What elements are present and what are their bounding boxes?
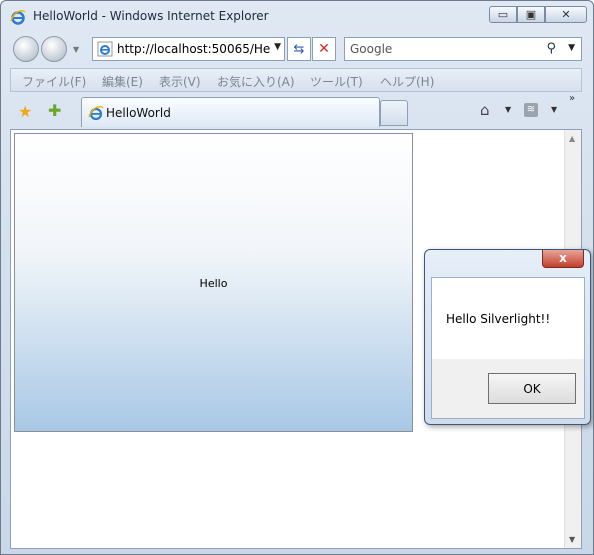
stop-button[interactable]: ✕: [312, 37, 336, 61]
search-placeholder: Google: [350, 42, 393, 56]
caption-buttons: ▭ ▣ ✕: [489, 6, 587, 23]
history-dropdown-icon[interactable]: ▼: [73, 45, 79, 54]
page-ie-icon: [97, 41, 113, 57]
home-dropdown-icon[interactable]: ▼: [505, 105, 511, 114]
ok-button[interactable]: OK: [488, 373, 576, 404]
refresh-button[interactable]: ⇆: [287, 37, 311, 61]
message-dialog: x Hello Silverlight!! OK: [424, 249, 591, 425]
feed-icon[interactable]: ≋: [524, 103, 538, 117]
favorites-tab-bar: ★ ✚ HelloWorld ⌂ ▼ ≋ ▼ »: [10, 93, 582, 128]
search-dropdown-icon[interactable]: ▼: [568, 43, 575, 53]
hello-text: Hello: [199, 277, 228, 290]
menu-bar: ファイル(F) 編集(E) 表示(V) お気に入り(A) ツール(T) ヘルプ(…: [10, 68, 582, 92]
close-window-button[interactable]: ✕: [545, 6, 587, 23]
search-icon[interactable]: ⚲: [546, 41, 556, 56]
tab-label: HelloWorld: [106, 106, 171, 120]
window-title: HelloWorld - Windows Internet Explorer: [33, 9, 269, 23]
dialog-close-button[interactable]: x: [542, 250, 584, 268]
stop-icon: ✕: [318, 41, 330, 57]
search-input[interactable]: Google ⚲ ▼: [344, 37, 582, 61]
browser-window: HelloWorld - Windows Internet Explorer ▭…: [0, 0, 594, 555]
menu-tools[interactable]: ツール(T): [310, 73, 363, 90]
dialog-body: Hello Silverlight!! OK: [431, 277, 585, 419]
favorites-star-icon[interactable]: ★: [18, 102, 32, 121]
address-field[interactable]: http://localhost:50065/HelloWorld ▼: [92, 37, 285, 61]
new-tab-button[interactable]: [380, 100, 408, 126]
address-dropdown-icon[interactable]: ▼: [274, 42, 281, 52]
menu-view[interactable]: 表示(V): [159, 73, 201, 90]
maximize-button[interactable]: ▣: [517, 6, 545, 23]
back-button[interactable]: [13, 36, 39, 62]
refresh-icon: ⇆: [293, 41, 305, 57]
address-url[interactable]: http://localhost:50065/HelloWorld: [117, 42, 271, 56]
scroll-up-icon[interactable]: ▲: [569, 134, 575, 143]
title-bar: HelloWorld - Windows Internet Explorer ▭…: [1, 1, 593, 31]
dialog-message-area: Hello Silverlight!!: [432, 278, 584, 359]
ie-logo-icon: [10, 9, 26, 25]
tab-ie-icon: [88, 106, 104, 121]
scroll-down-icon[interactable]: ▼: [569, 535, 575, 544]
minimize-button[interactable]: ▭: [489, 6, 517, 23]
menu-help[interactable]: ヘルプ(H): [380, 73, 434, 90]
menu-edit[interactable]: 編集(E): [102, 73, 143, 90]
toolbar-chevron-icon[interactable]: »: [569, 93, 575, 104]
feed-dropdown-icon[interactable]: ▼: [551, 105, 557, 114]
home-icon[interactable]: ⌂: [480, 101, 490, 119]
forward-button[interactable]: [41, 36, 67, 62]
menu-file[interactable]: ファイル(F): [22, 73, 86, 90]
menu-favorites[interactable]: お気に入り(A): [217, 73, 295, 90]
dialog-message: Hello Silverlight!!: [446, 312, 551, 326]
address-bar: ▼ http://localhost:50065/HelloWorld ▼ ⇆ …: [1, 31, 593, 66]
tab-helloworld[interactable]: HelloWorld: [81, 97, 380, 127]
add-favorites-icon[interactable]: ✚: [48, 101, 61, 120]
silverlight-app[interactable]: Hello: [14, 133, 413, 432]
